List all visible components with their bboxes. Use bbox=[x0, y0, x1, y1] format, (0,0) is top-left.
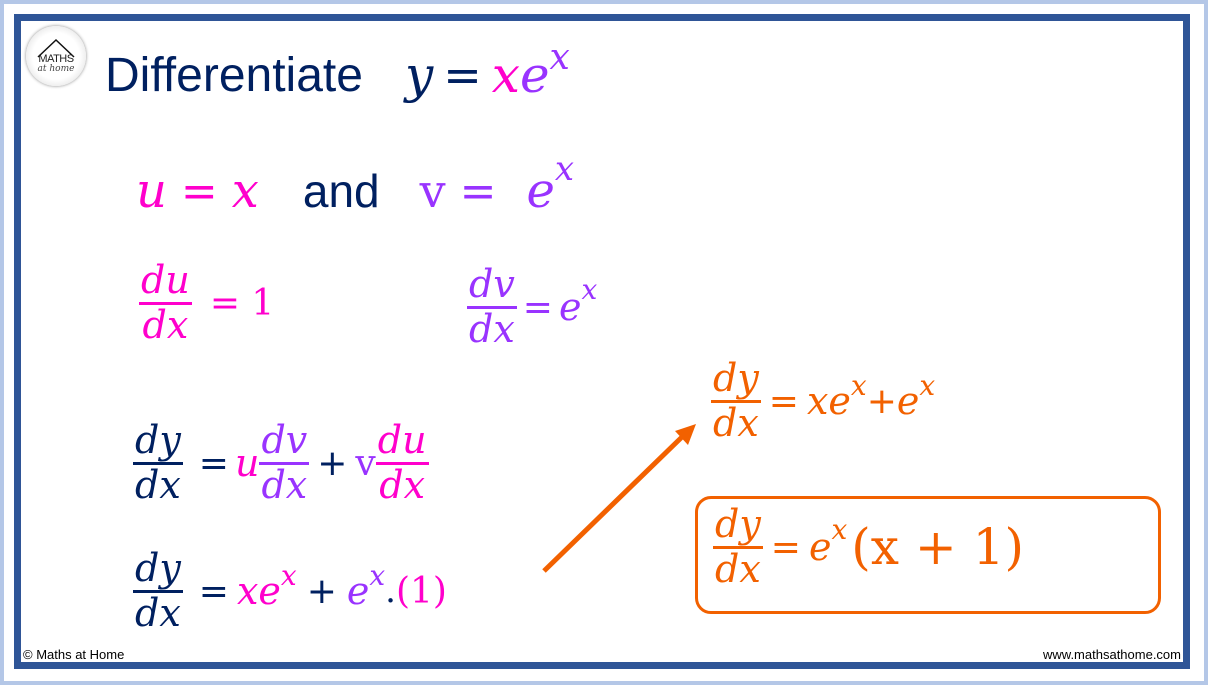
dy-dx-fraction: dy dx bbox=[711, 356, 761, 445]
denominator: dx bbox=[715, 546, 761, 591]
numerator: dy bbox=[713, 356, 759, 400]
exponent: x bbox=[850, 368, 867, 402]
x-symbol: x bbox=[806, 379, 829, 424]
slide-outer-border: MATHS at home Differentiate y = x e x u … bbox=[4, 4, 1204, 681]
denominator: dx bbox=[713, 400, 759, 445]
simplified-equation: dy dx = x e x + e x bbox=[711, 356, 936, 445]
factor-x-plus-1: (x + 1) bbox=[851, 518, 1024, 577]
numerator: dy bbox=[715, 502, 761, 546]
plus: + bbox=[866, 380, 897, 422]
copyright-text: © Maths at Home bbox=[23, 647, 125, 662]
exponent: x bbox=[919, 368, 936, 402]
exponent: x bbox=[831, 512, 848, 546]
e-symbol: e bbox=[828, 379, 851, 424]
equals: = bbox=[770, 526, 801, 568]
equals: = bbox=[768, 380, 799, 422]
slide-canvas: MATHS at home Differentiate y = x e x u … bbox=[21, 21, 1183, 662]
final-answer: dy dx = e x (x + 1) bbox=[713, 502, 1024, 591]
dy-dx-fraction: dy dx bbox=[713, 502, 763, 591]
slide-frame: MATHS at home Differentiate y = x e x u … bbox=[14, 14, 1190, 669]
e-symbol: e bbox=[808, 525, 832, 570]
e-symbol: e bbox=[896, 379, 920, 424]
website-link[interactable]: www.mathsathome.com bbox=[1043, 647, 1181, 662]
